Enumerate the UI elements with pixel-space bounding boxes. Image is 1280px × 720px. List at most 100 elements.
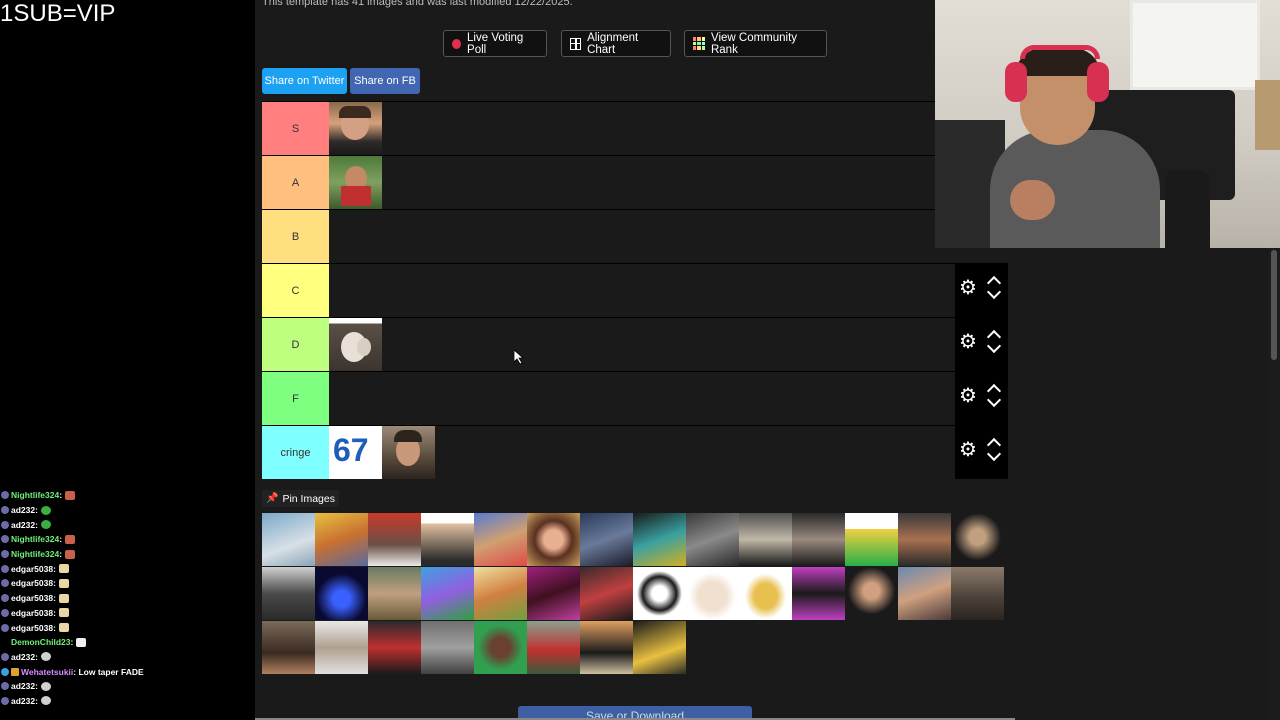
chat-text: : [53,607,56,618]
pool-image[interactable] [633,567,686,620]
chat-user[interactable]: edgar5038 [11,608,53,618]
pin-images-button[interactable]: 📌 Pin Images [262,490,339,507]
pool-image[interactable] [315,567,368,620]
pool-image[interactable] [527,513,580,566]
pool-image[interactable] [845,513,898,566]
gear-icon[interactable]: ⚙ [959,332,977,352]
pool-image[interactable] [368,567,421,620]
chat-user[interactable]: ad232 [11,520,35,530]
pool-image[interactable] [474,513,527,566]
live-voting-poll-button[interactable]: Live Voting Poll [443,30,547,57]
tier-control-f: ⚙ [955,371,1008,425]
pool-image[interactable] [421,513,474,566]
chat-message: edgar5038 : [0,561,250,576]
pool-image[interactable] [262,567,315,620]
chevron-down-icon[interactable] [986,284,1002,300]
image-pool-row [262,513,1008,566]
chat-user[interactable]: ad232 [11,505,35,515]
tier-image[interactable] [382,426,435,479]
emote-icon [58,623,69,633]
badge-icon [1,608,9,617]
pool-image[interactable] [792,567,845,620]
tier-image[interactable] [329,318,382,371]
chat-message: Nightlife324 : [0,488,250,503]
pool-image[interactable] [527,621,580,674]
pool-image[interactable] [474,567,527,620]
pool-image[interactable] [368,513,421,566]
tier-image[interactable] [329,156,382,209]
chat-user[interactable]: ad232 [11,681,35,691]
chat-user[interactable]: edgar5038 [11,623,53,633]
pool-image[interactable] [633,513,686,566]
chat-user[interactable]: DemonChild23 [11,637,71,647]
pool-image[interactable] [686,513,739,566]
community-rank-button[interactable]: View Community Rank [684,30,827,57]
chat-text: : [59,490,63,501]
page-scrollbar[interactable] [1268,248,1280,720]
share-fb-button[interactable]: Share on FB [350,68,420,94]
chat-user[interactable]: ad232 [11,652,35,662]
tier-label[interactable]: D [262,318,329,371]
pool-image[interactable] [315,513,368,566]
chevron-down-icon[interactable] [986,338,1002,354]
tier-image[interactable]: 67 [329,426,382,479]
chat-user[interactable]: edgar5038 [11,564,53,574]
pool-image[interactable] [580,567,633,620]
tier-label[interactable]: A [262,156,329,209]
pool-image[interactable] [792,513,845,566]
67-meme-text: 67 [333,432,369,468]
pool-image[interactable] [580,621,633,674]
chat-message: edgar5038 : [0,576,250,591]
chat-user[interactable]: Nightlife324 [11,490,59,500]
pool-image[interactable] [898,567,951,620]
chat-message: edgar5038 : [0,606,250,621]
tier-label[interactable]: S [262,102,329,155]
image-pool-row [262,567,1008,620]
tier-grid-icon [693,37,705,50]
chat-user[interactable]: edgar5038 [11,593,53,603]
tier-control-d: ⚙ [955,317,1008,371]
tier-label[interactable]: B [262,210,329,263]
tier-label[interactable]: F [262,372,329,425]
chevron-down-icon[interactable] [986,446,1002,462]
record-dot-icon [452,38,462,49]
pool-image[interactable] [633,621,686,674]
chat-user[interactable]: edgar5038 [11,578,53,588]
scrollbar-thumb[interactable] [1271,250,1277,360]
tier-row-b: B [262,209,1008,263]
share-twitter-button[interactable]: Share on Twitter [262,68,347,94]
tier-label[interactable]: C [262,264,329,317]
chevron-down-icon[interactable] [986,392,1002,408]
tier-image[interactable] [329,102,382,155]
pool-image[interactable] [951,513,1004,566]
pool-image[interactable] [315,621,368,674]
pool-image[interactable] [898,513,951,566]
pool-image[interactable] [262,621,315,674]
gear-icon[interactable]: ⚙ [959,386,977,406]
chat-user[interactable]: Nightlife324 [11,549,59,559]
alignment-chart-button[interactable]: Alignment Chart [561,30,671,57]
pool-image[interactable] [739,567,792,620]
gear-icon[interactable]: ⚙ [959,440,977,460]
pool-image[interactable] [421,621,474,674]
chat-user[interactable]: ad232 [11,696,35,706]
chat-user[interactable]: Wehatetsukii [21,667,73,677]
pool-image[interactable] [951,567,1004,620]
chat-text: : [35,505,38,516]
pool-image[interactable] [421,567,474,620]
chat-message: Wehatetsukii : Low taper FADE [0,664,250,679]
pool-image[interactable] [686,567,739,620]
chat-message: Nightlife324 : [0,532,250,547]
pool-image[interactable] [474,621,527,674]
chat-user[interactable]: Nightlife324 [11,534,59,544]
gear-icon[interactable]: ⚙ [959,278,977,298]
tier-label[interactable]: cringe [262,426,329,479]
pool-image[interactable] [368,621,421,674]
emote-icon [40,696,51,706]
pool-image[interactable] [527,567,580,620]
pool-image[interactable] [262,513,315,566]
pool-image[interactable] [580,513,633,566]
pool-image[interactable] [845,567,898,620]
pool-image[interactable] [739,513,792,566]
chat-text: : [59,534,63,545]
